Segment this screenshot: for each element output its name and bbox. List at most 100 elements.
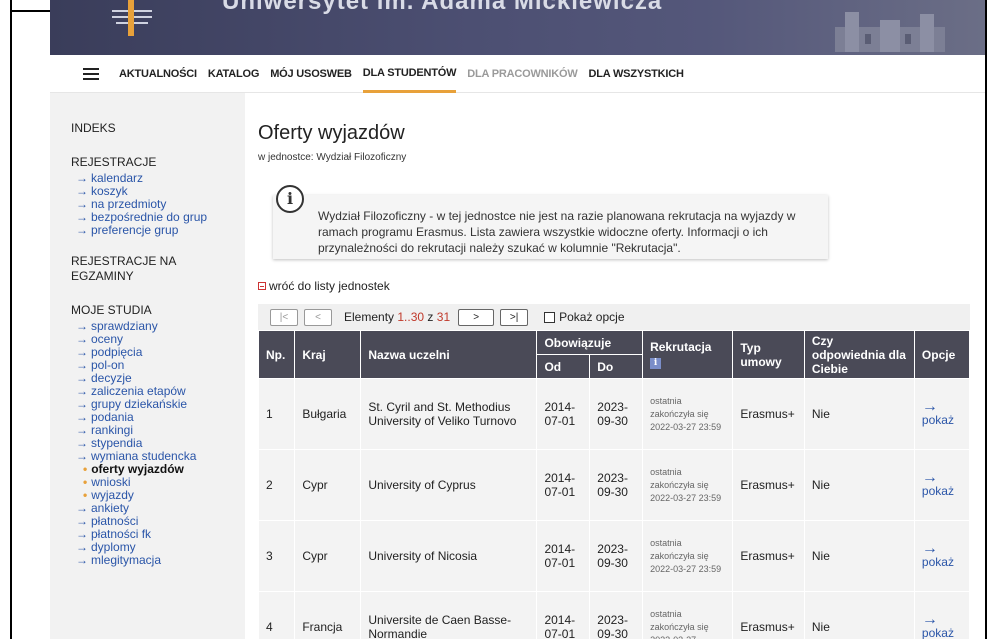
cell-typ: Erasmus+ xyxy=(732,378,805,450)
sidebar-section-moje-studia[interactable]: MOJE STUDIA xyxy=(71,303,245,318)
sidebar-item-label: podania xyxy=(91,410,134,424)
sidebar-item-label: dyplomy xyxy=(91,540,136,554)
frame-right-edge xyxy=(985,0,987,639)
arrow-right-icon: → xyxy=(76,540,88,554)
pagination-total: 31 xyxy=(436,310,451,324)
first-page-button[interactable]: |< xyxy=(270,308,298,326)
cell-nazwa: Universite de Caen Basse-Normandie xyxy=(360,591,538,639)
info-text: Wydział Filozoficzny - w tej jednostce n… xyxy=(318,209,796,255)
table-row: 2 Cypr University of Cyprus 2014-07-01 2023-… xyxy=(257,449,971,521)
main-navigation: AKTUALNOŚCI KATALOG MÓJ USOSWEB DLA STUD… xyxy=(50,55,985,93)
cell-do: 2023-09-30 xyxy=(589,591,644,639)
col-header-opcje: Opcje xyxy=(913,330,971,379)
cell-opcje[interactable]: → pokaż xyxy=(913,520,971,592)
main-content: Oferty wyjazdów w jednostce: Wydział Fil… xyxy=(257,93,973,639)
col-header-kraj: Kraj xyxy=(294,330,362,379)
nav-aktualnosci[interactable]: AKTUALNOŚCI xyxy=(119,55,197,93)
cell-rekrutacja: ostatnia zakończyła się 2022-03-27 23:59 xyxy=(642,520,734,592)
col-header-do: Do xyxy=(589,354,644,379)
cell-odpowiednia: Nie xyxy=(803,449,915,521)
last-page-button[interactable]: >| xyxy=(500,308,529,326)
back-to-units-link[interactable]: wróć do listy jednostek xyxy=(258,279,973,293)
arrow-right-icon[interactable]: → xyxy=(922,612,962,628)
arrow-right-icon: → xyxy=(76,423,88,437)
minus-square-icon xyxy=(258,282,266,290)
header-banner: Uniwersytet im. Adama Mickiewicza xyxy=(50,0,985,55)
sidebar-item-label: ankiety xyxy=(91,501,130,515)
sidebar-item-label: wyjazdy xyxy=(91,488,134,502)
show-offer-link[interactable]: pokaż xyxy=(922,555,962,569)
sidebar-item-label: bezpośrednie do grup xyxy=(91,210,208,224)
sidebar-item-preferencje-grup[interactable]: → preferencje grup xyxy=(71,224,245,237)
col-header-rekrutacja: Rekrutacja i xyxy=(642,330,734,379)
col-header-typ: Typ umowy xyxy=(732,330,805,379)
show-offer-link[interactable]: pokaż xyxy=(922,626,962,639)
cell-od: 2014-07-01 xyxy=(536,378,591,450)
arrow-right-icon: → xyxy=(76,527,88,541)
cell-rekrutacja: ostatnia zakończyła się 2022-03-27 23:59 xyxy=(642,378,734,450)
sidebar-item-label: preferencje grup xyxy=(91,223,179,237)
cell-odpowiednia: Nie xyxy=(803,591,915,639)
arrow-right-icon[interactable]: → xyxy=(922,399,962,415)
sidebar-item-label: wymiana studencka xyxy=(91,449,197,463)
rekrutacja-info-icon[interactable]: i xyxy=(650,358,662,369)
cell-typ: Erasmus+ xyxy=(732,449,805,521)
nav-dla-studentow[interactable]: DLA STUDENTÓW xyxy=(362,55,456,93)
arrow-right-icon: → xyxy=(76,210,88,224)
show-offer-link[interactable]: pokaż xyxy=(922,484,962,498)
arrow-right-icon[interactable]: → xyxy=(922,541,962,557)
sidebar-section-rejestracje[interactable]: REJESTRACJE xyxy=(71,155,245,170)
cell-np: 4 xyxy=(257,591,296,639)
cell-opcje[interactable]: → pokaż xyxy=(913,449,971,521)
sidebar-item-label: decyzje xyxy=(91,371,132,385)
sidebar: INDEKS REJESTRACJE → kalendarz → koszyk → na … xyxy=(50,93,245,639)
cell-kraj: Cypr xyxy=(294,449,362,521)
col-header-od: Od xyxy=(536,354,591,379)
cell-odpowiednia: Nie xyxy=(803,520,915,592)
col-header-obowiazuje: Obowiązuje xyxy=(536,330,644,355)
cell-nazwa: St. Cyril and St. Methodius University o… xyxy=(360,378,538,450)
sidebar-section-indeks[interactable]: INDEKS xyxy=(71,121,245,136)
next-page-button[interactable]: > xyxy=(458,308,495,326)
nav-dla-pracownikow[interactable]: DLA PRACOWNIKÓW xyxy=(467,55,577,93)
page-title: Oferty wyjazdów xyxy=(258,122,405,144)
nav-moj-usosweb[interactable]: MÓJ USOSWEB xyxy=(270,55,352,93)
arrow-right-icon[interactable]: → xyxy=(922,470,962,486)
col-header-np: Np. xyxy=(257,330,296,379)
sidebar-item-label: oferty wyjazdów xyxy=(91,462,184,476)
cell-opcje[interactable]: → pokaż xyxy=(913,378,971,450)
show-options-checkbox[interactable] xyxy=(544,311,556,323)
cell-od: 2014-07-01 xyxy=(536,591,591,639)
cell-kraj: Francja xyxy=(294,591,362,639)
sidebar-item-mlegitymacja[interactable]: → mlegitymacja xyxy=(71,554,245,567)
info-box: i Wydział Filozoficzny - w tej jednostce… xyxy=(273,185,828,259)
pagination-info: Elementy 1..30 z 31 xyxy=(344,310,451,324)
cell-kraj: Cypr xyxy=(294,520,362,592)
arrow-right-icon: → xyxy=(76,319,88,333)
nav-dla-wszystkich[interactable]: DLA WSZYSTKICH xyxy=(589,55,684,93)
table-row: 4 Francja Universite de Caen Basse-Normand… xyxy=(257,591,971,639)
university-logo-icon xyxy=(112,0,152,36)
pagination-range: 1..30 xyxy=(397,310,425,324)
cell-np: 3 xyxy=(257,520,296,592)
col-header-nazwa: Nazwa uczelni xyxy=(360,330,538,379)
cell-do: 2023-09-30 xyxy=(589,378,644,450)
cell-nazwa: University of Nicosia xyxy=(360,520,538,592)
building-icon xyxy=(835,12,945,52)
arrow-right-icon: → xyxy=(76,345,88,359)
nav-katalog[interactable]: KATALOG xyxy=(208,55,260,93)
col-header-odpowiednia: Czy odpowiednia dla Ciebie xyxy=(803,330,915,379)
cell-opcje[interactable]: → pokaż xyxy=(913,591,971,639)
sidebar-item-label: rankingi xyxy=(91,423,134,437)
bullet-icon: • xyxy=(83,475,88,489)
sidebar-section-rejestracje-egzaminy[interactable]: REJESTRACJE NA EGZAMINY xyxy=(71,254,221,284)
arrow-right-icon: → xyxy=(76,358,88,372)
show-offer-link[interactable]: pokaż xyxy=(922,413,962,427)
table-row: 3 Cypr University of Nicosia 2014-07-01 2023… xyxy=(257,520,971,592)
show-options-label[interactable]: Pokaż opcje xyxy=(559,310,624,324)
bullet-icon: • xyxy=(83,488,88,502)
hamburger-menu-icon[interactable] xyxy=(83,67,99,80)
table-row: 1 Bułgaria St. Cyril and St. Methodius Uni… xyxy=(257,378,971,450)
offers-table-container: |< < Elementy 1..30 z 31 > >| Pokaż opcj… xyxy=(257,304,971,639)
prev-page-button[interactable]: < xyxy=(304,308,332,326)
